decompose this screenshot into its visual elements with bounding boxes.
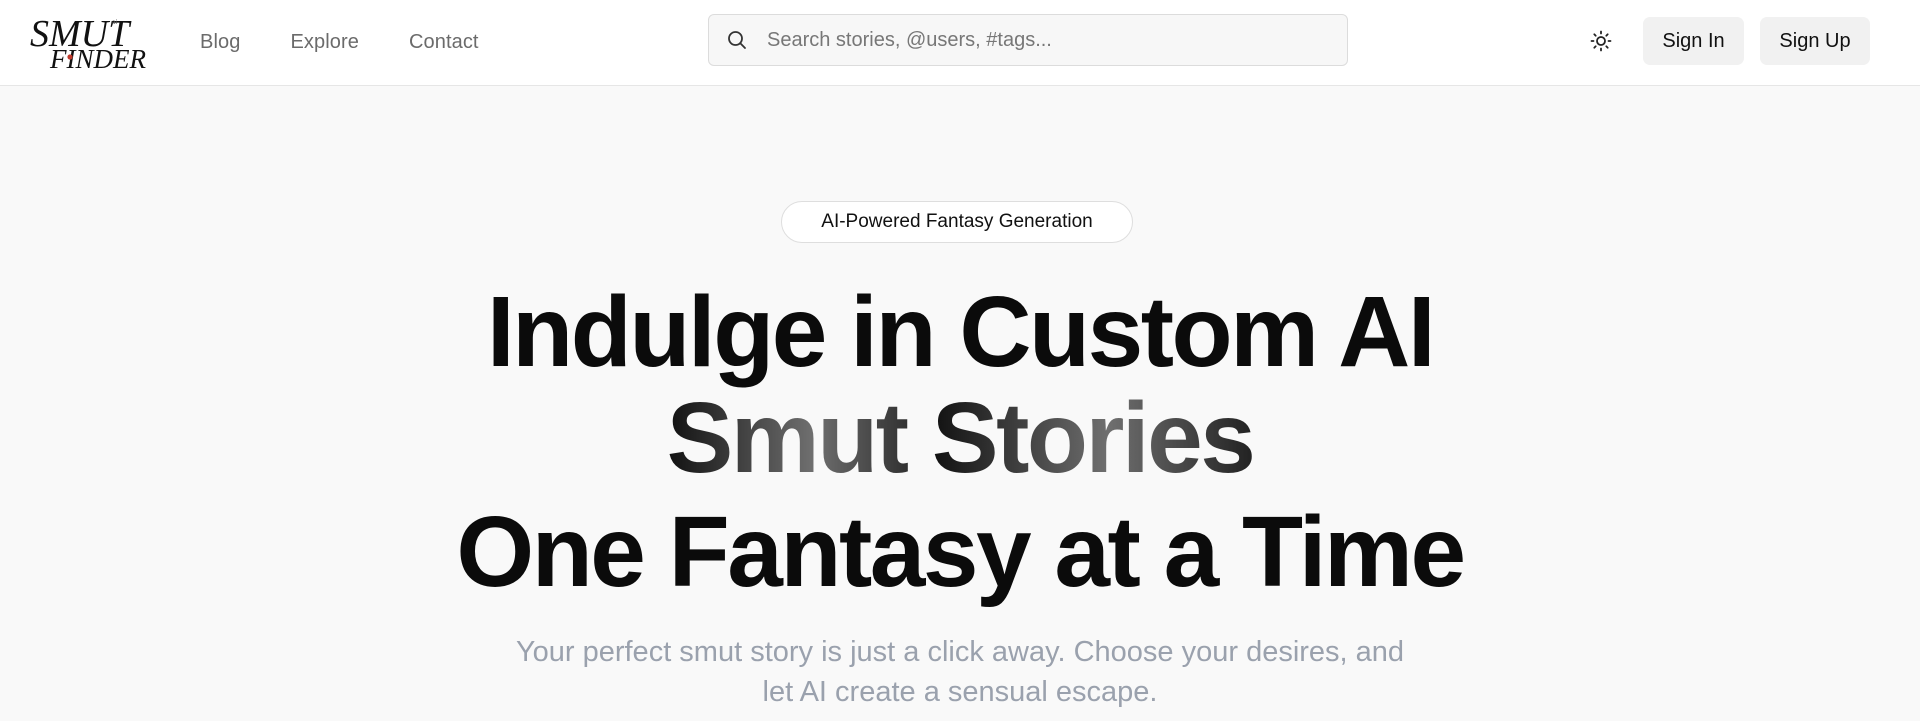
search-icon bbox=[728, 31, 746, 49]
hero-headline-line2: Smut Stories bbox=[0, 388, 1920, 488]
sign-up-button[interactable]: Sign Up bbox=[1760, 17, 1870, 65]
nav-contact-link[interactable]: Contact bbox=[409, 31, 479, 54]
hero-badge: AI-Powered Fantasy Generation bbox=[781, 201, 1133, 243]
search-input[interactable] bbox=[767, 28, 1327, 52]
logo-wordmark: SMUT FINDER ai bbox=[30, 13, 146, 74]
hero-subtitle-line2: let AI create a sensual escape. bbox=[762, 676, 1158, 708]
svg-text:FINDER: FINDER bbox=[49, 44, 146, 72]
nav-blog-link[interactable]: Blog bbox=[200, 31, 240, 54]
theme-toggle-button[interactable] bbox=[1584, 24, 1618, 58]
hero-headline-line1: Indulge in Custom AI bbox=[486, 276, 1436, 388]
hero-headline-line3: One Fantasy at a Time bbox=[456, 496, 1466, 608]
search-bar[interactable] bbox=[708, 14, 1348, 66]
svg-text:ai: ai bbox=[112, 19, 118, 26]
hero-subtitle-line1: Your perfect smut story is just a click … bbox=[515, 636, 1405, 668]
sun-icon bbox=[1590, 30, 1612, 52]
nav-explore-link[interactable]: Explore bbox=[290, 31, 359, 54]
hero-headline-gradient-b: Stories bbox=[931, 382, 1256, 494]
hero-headline-gradient-a: Smut bbox=[666, 382, 932, 494]
smut-finder-logo[interactable]: SMUT FINDER ai bbox=[28, 10, 158, 74]
main-nav: Blog Explore Contact bbox=[200, 0, 529, 84]
sign-in-button[interactable]: Sign In bbox=[1643, 17, 1744, 65]
top-navbar: SMUT FINDER ai Blog Explore Contact Sear… bbox=[0, 0, 1920, 86]
